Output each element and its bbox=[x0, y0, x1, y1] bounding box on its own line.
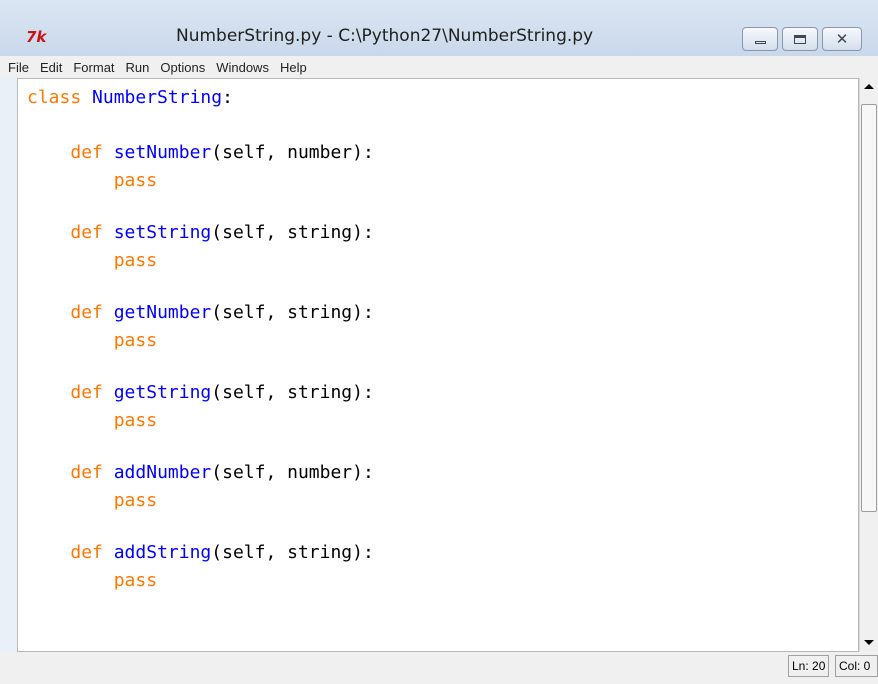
code-text: (self, string): bbox=[211, 542, 374, 563]
menu-edit[interactable]: Edit bbox=[36, 60, 66, 75]
code-text: (self, number): bbox=[211, 142, 374, 163]
code-line[interactable]: pass bbox=[27, 570, 157, 592]
class-name: NumberString bbox=[92, 87, 223, 108]
maximize-icon bbox=[794, 34, 806, 44]
code-line[interactable]: def addString(self, string): bbox=[27, 542, 374, 564]
keyword: pass bbox=[113, 570, 158, 591]
function-name: addNumber bbox=[113, 462, 212, 483]
function-name: setNumber bbox=[113, 142, 212, 163]
code-editor[interactable]: class NumberString: def setNumber(self, … bbox=[17, 78, 859, 652]
scroll-down-button[interactable] bbox=[860, 634, 878, 651]
menu-file[interactable]: File bbox=[4, 60, 33, 75]
code-line[interactable]: def setNumber(self, number): bbox=[27, 142, 374, 164]
vertical-scrollbar[interactable] bbox=[859, 78, 878, 652]
code-line[interactable]: pass bbox=[27, 250, 157, 272]
code-text: (self, string): bbox=[211, 302, 374, 323]
keyword: def bbox=[70, 222, 103, 243]
code-line[interactable]: def getNumber(self, string): bbox=[27, 302, 374, 324]
code-line[interactable]: pass bbox=[27, 330, 157, 352]
keyword: pass bbox=[113, 250, 158, 271]
function-name: getString bbox=[113, 382, 212, 403]
code-line[interactable]: pass bbox=[27, 490, 157, 512]
minimize-button[interactable] bbox=[742, 27, 778, 51]
code-line[interactable]: pass bbox=[27, 170, 157, 192]
close-icon: ✕ bbox=[835, 29, 849, 48]
status-line-number: Ln: 20 bbox=[788, 655, 830, 677]
window-controls: ✕ bbox=[742, 27, 862, 53]
function-name: setString bbox=[113, 222, 212, 243]
keyword: pass bbox=[113, 330, 158, 351]
keyword: def bbox=[70, 142, 103, 163]
menu-run[interactable]: Run bbox=[122, 60, 154, 75]
code-text: : bbox=[222, 87, 233, 108]
code-line[interactable]: pass bbox=[27, 410, 157, 432]
keyword: def bbox=[70, 382, 103, 403]
code-line[interactable]: def addNumber(self, number): bbox=[27, 462, 374, 484]
code-line[interactable]: def getString(self, string): bbox=[27, 382, 374, 404]
minimize-icon bbox=[754, 40, 766, 44]
title-bar[interactable]: 7k NumberString.py - C:\Python27\NumberS… bbox=[0, 0, 878, 56]
scroll-up-button[interactable] bbox=[860, 78, 878, 95]
code-text: (self, string): bbox=[211, 222, 374, 243]
tk-feather-icon: 7k bbox=[26, 28, 47, 46]
keyword: def bbox=[70, 302, 103, 323]
keyword: def bbox=[70, 462, 103, 483]
idle-editor-window: 7k NumberString.py - C:\Python27\NumberS… bbox=[0, 0, 878, 684]
keyword: pass bbox=[113, 410, 158, 431]
code-line[interactable]: class NumberString: bbox=[27, 87, 233, 109]
arrow-down-icon bbox=[864, 640, 874, 645]
close-button[interactable]: ✕ bbox=[822, 27, 862, 51]
function-name: getNumber bbox=[113, 302, 212, 323]
keyword: pass bbox=[113, 490, 158, 511]
menu-options[interactable]: Options bbox=[156, 60, 209, 75]
menu-format[interactable]: Format bbox=[69, 60, 118, 75]
function-name: addString bbox=[113, 542, 212, 563]
keyword: class bbox=[27, 87, 82, 108]
code-line[interactable]: def setString(self, string): bbox=[27, 222, 374, 244]
window-title: NumberString.py - C:\Python27\NumberStri… bbox=[176, 26, 594, 46]
status-column-number: Col: 0 bbox=[835, 655, 878, 677]
scroll-thumb[interactable] bbox=[861, 104, 877, 512]
menu-windows[interactable]: Windows bbox=[212, 60, 273, 75]
status-bar: Ln: 20 Col: 0 bbox=[0, 652, 878, 684]
code-text: (self, string): bbox=[211, 382, 374, 403]
code-text: (self, number): bbox=[211, 462, 374, 483]
keyword: pass bbox=[113, 170, 158, 191]
maximize-button[interactable] bbox=[782, 27, 818, 51]
arrow-up-icon bbox=[864, 84, 874, 89]
keyword: def bbox=[70, 542, 103, 563]
menu-bar: File Edit Format Run Options Windows Hel… bbox=[0, 56, 878, 78]
menu-help[interactable]: Help bbox=[276, 60, 311, 75]
